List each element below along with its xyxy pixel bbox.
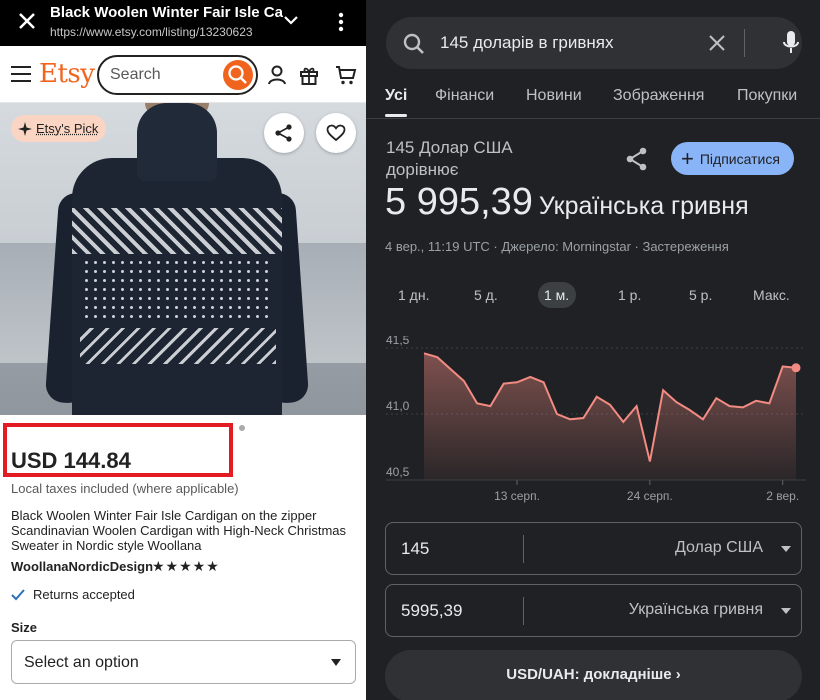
caret-down-icon	[331, 659, 341, 666]
gift-icon[interactable]	[298, 64, 320, 86]
heart-icon	[326, 124, 346, 142]
x-tick-label: 24 серп.	[627, 489, 673, 503]
chevron-down-icon[interactable]	[283, 13, 299, 27]
etsy-logo[interactable]: Etsy	[39, 59, 95, 89]
hamburger-menu-icon[interactable]	[11, 66, 31, 82]
returns-info: Returns accepted	[11, 587, 135, 602]
range-1m[interactable]: 1 м.	[544, 287, 569, 303]
from-currency-box[interactable]: 145 Долар США	[385, 522, 802, 575]
caret-down-icon	[781, 546, 791, 552]
from-currency-select[interactable]: Долар США	[675, 539, 763, 557]
range-5d[interactable]: 5 д.	[474, 287, 498, 303]
plus-icon: +	[681, 145, 694, 171]
tab-shopping[interactable]: Покупки	[737, 87, 797, 105]
size-label: Size	[11, 620, 38, 635]
etsy-search-input[interactable]: Search	[97, 55, 258, 95]
browser-url[interactable]: https://www.etsy.com/listing/13230623	[50, 25, 265, 39]
y-tick-label: 41,5	[386, 336, 410, 347]
subscribe-button[interactable]: + Підписатися	[671, 142, 794, 175]
more-details-label: USD/UAH: докладніше	[506, 666, 672, 683]
more-details-button[interactable]: USD/UAH: докладніше ›	[385, 650, 802, 700]
time-range-selector: 1 дн. 5 д. 1 м. 1 р. 5 р. Макс.	[366, 282, 820, 308]
to-amount-input[interactable]: 5995,39	[401, 601, 462, 621]
carousel-dot[interactable]	[239, 425, 245, 431]
search-placeholder: Search	[110, 66, 161, 83]
subscribe-label: Підписатися	[699, 150, 780, 167]
result-amount: 5 995,39	[385, 181, 533, 223]
x-tick-label: 13 серп.	[494, 489, 540, 503]
search-query[interactable]: 145 доларів в гривнях	[440, 33, 613, 53]
cart-icon[interactable]	[335, 64, 357, 86]
favorite-button[interactable]	[316, 113, 356, 153]
result-currency: Українська гривня	[538, 192, 749, 220]
area-fill	[424, 353, 796, 480]
active-tab-indicator	[385, 114, 407, 117]
search-icon	[228, 65, 247, 84]
conversion-result: 5 995,39 Українська гривня	[385, 181, 749, 224]
x-tick-label: 2 вер.	[766, 489, 799, 503]
y-tick-label: 40,5	[386, 465, 410, 479]
range-max[interactable]: Макс.	[753, 287, 790, 303]
mic-icon[interactable]	[782, 30, 800, 56]
clear-icon[interactable]	[707, 33, 727, 53]
search-button[interactable]	[223, 60, 253, 90]
to-currency-box[interactable]: 5995,39 Українська гривня	[385, 584, 802, 637]
size-select-value: Select an option	[24, 654, 139, 671]
range-1y[interactable]: 1 р.	[618, 287, 641, 303]
caret-down-icon	[781, 608, 791, 614]
checkmark-icon	[11, 588, 25, 600]
shop-name-link[interactable]: WoollanaNordicDesign	[11, 559, 153, 574]
tab-news[interactable]: Новини	[526, 87, 582, 105]
to-currency-select[interactable]: Українська гривня	[629, 601, 763, 619]
tab-all[interactable]: Усі	[385, 87, 407, 105]
product-price: USD 144.84	[11, 448, 131, 473]
search-icon	[403, 33, 424, 54]
rating-stars[interactable]: ★★★★★	[152, 558, 220, 575]
split-screen: Black Woolen Winter Fair Isle Ca https:/…	[0, 0, 820, 700]
etsy-header: Etsy Search	[0, 46, 366, 103]
account-icon[interactable]	[266, 64, 288, 86]
etsys-pick-badge[interactable]: Etsy's Pick	[11, 115, 107, 142]
share-icon[interactable]	[625, 146, 649, 172]
returns-label: Returns accepted	[33, 587, 135, 602]
rate-metadata[interactable]: 4 вер., 11:19 UTC · Джерело: Morningstar…	[385, 239, 729, 254]
y-tick-label: 41,0	[386, 399, 410, 413]
etsy-pane: Black Woolen Winter Fair Isle Ca https:/…	[0, 0, 366, 700]
taxes-note: Local taxes included (where applicable)	[11, 481, 239, 496]
browser-toolbar: Black Woolen Winter Fair Isle Ca https:/…	[0, 0, 366, 46]
share-icon	[275, 124, 292, 142]
conversion-source: 145 Долар США дорівнює	[386, 138, 513, 179]
size-select[interactable]: Select an option	[11, 640, 356, 684]
product-title: Black Woolen Winter Fair Isle Cardigan o…	[11, 508, 347, 553]
product-image[interactable]	[0, 103, 366, 415]
from-amount-input[interactable]: 145	[401, 539, 429, 559]
browser-title: Black Woolen Winter Fair Isle Ca	[50, 4, 283, 21]
tab-finance[interactable]: Фінанси	[435, 87, 494, 105]
google-pane: 145 доларів в гривнях Усі Фінанси Новини…	[366, 0, 820, 700]
tab-images[interactable]: Зображення	[613, 87, 704, 105]
range-1d[interactable]: 1 дн.	[398, 287, 429, 303]
badge-label: Etsy's Pick	[36, 121, 99, 136]
current-point	[791, 363, 801, 373]
google-search-bar[interactable]: 145 доларів в гривнях	[386, 17, 802, 69]
google-tabs: Усі Фінанси Новини Зображення Покупки	[366, 84, 820, 118]
range-5y[interactable]: 5 р.	[689, 287, 712, 303]
sparkle-icon	[18, 121, 32, 136]
more-vert-icon[interactable]	[336, 11, 346, 33]
chevron-right-icon: ›	[675, 666, 681, 683]
share-button[interactable]	[264, 113, 304, 153]
close-icon[interactable]	[16, 10, 38, 32]
exchange-rate-chart[interactable]: 40,5 41,0 41,5 13 серп. 24 серп. 2 вер.	[366, 336, 820, 506]
